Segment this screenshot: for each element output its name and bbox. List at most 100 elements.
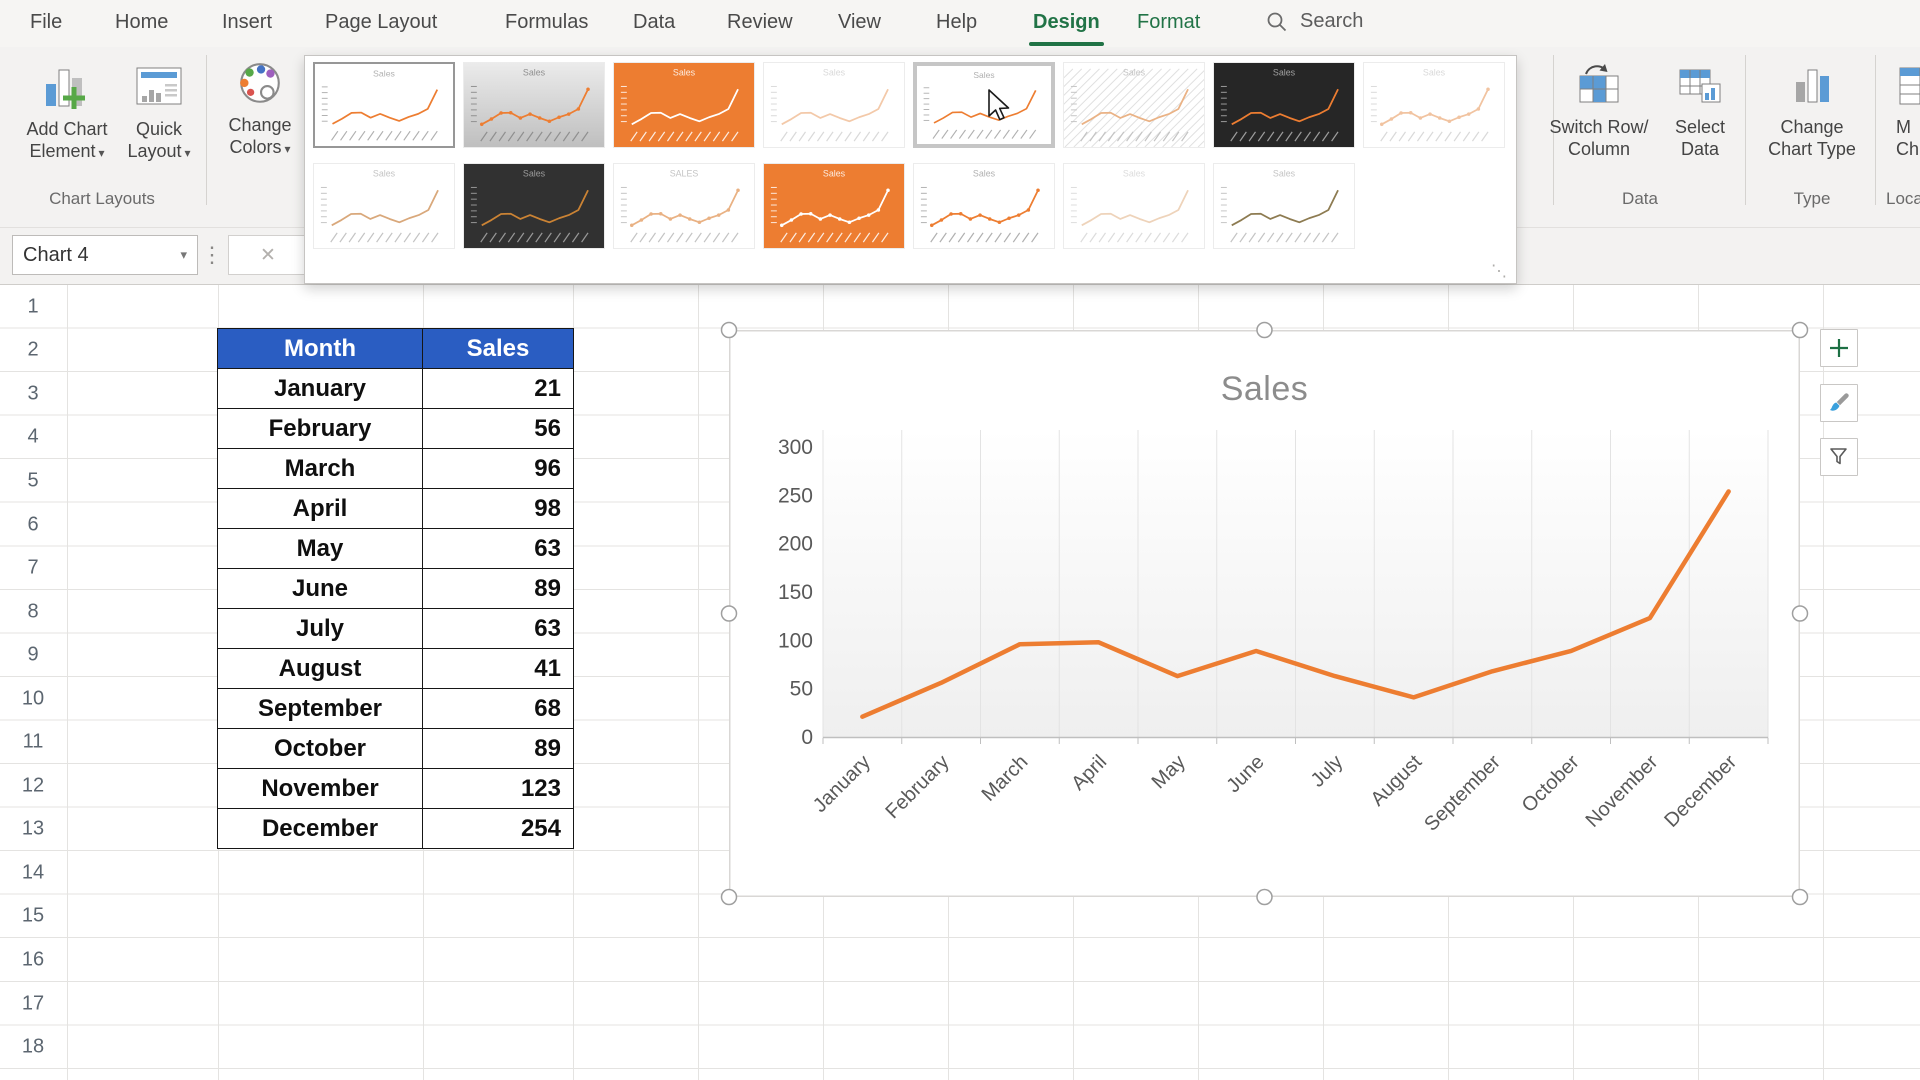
tab-review[interactable]: Review <box>727 11 793 34</box>
selection-handle[interactable] <box>1791 888 1809 906</box>
chart-style-thumbnail[interactable]: Sales <box>1363 62 1505 148</box>
tab-formulas[interactable]: Formulas <box>505 11 588 34</box>
cell-sales[interactable]: 63 <box>422 528 574 569</box>
row-header-9[interactable]: 9 <box>0 644 66 667</box>
tab-file[interactable]: File <box>30 11 62 34</box>
cell-sales[interactable]: 21 <box>422 368 574 409</box>
chart-style-thumbnail[interactable]: Sales <box>1063 163 1205 249</box>
chevron-down-icon[interactable]: ▾ <box>180 247 187 263</box>
chart-style-thumbnail[interactable]: Sales <box>313 62 455 148</box>
chart-styles-gallery: ⋱ Sales Sales Sales Sales Sales Sales Sales Sal… <box>304 55 1517 284</box>
cell-month[interactable]: January <box>217 368 423 409</box>
chart-style-thumbnail[interactable]: Sales <box>763 62 905 148</box>
name-box[interactable]: Chart 4 ▾ <box>12 235 198 275</box>
tab-format[interactable]: Format <box>1137 11 1200 34</box>
row-header-1[interactable]: 1 <box>0 295 66 318</box>
tab-design[interactable]: Design <box>1029 11 1104 46</box>
quick-layout-button[interactable]: Quick Layout ▾ <box>118 52 200 164</box>
embedded-chart[interactable]: 0 50 100 150 200 250 300 Sales January February Ma… <box>720 321 1809 906</box>
chart-style-thumbnail[interactable]: Sales <box>1213 62 1355 148</box>
row-header-12[interactable]: 12 <box>0 774 66 797</box>
chart-style-thumbnail[interactable]: Sales <box>313 163 455 249</box>
cell-month[interactable]: September <box>217 688 423 729</box>
cell-sales[interactable]: 254 <box>422 808 574 849</box>
move-chart-button[interactable]: M Ch <box>1884 52 1920 160</box>
cell-sales[interactable]: 98 <box>422 488 574 529</box>
worksheet-grid[interactable]: Month Sales January 21 February 56 March 96 Apri… <box>0 285 1920 1080</box>
tab-home[interactable]: Home <box>115 11 168 34</box>
cell-sales[interactable]: 41 <box>422 648 574 689</box>
selection-handle[interactable] <box>1791 321 1809 339</box>
row-header-7[interactable]: 7 <box>0 557 66 580</box>
row-header-2[interactable]: 2 <box>0 339 66 362</box>
switch-row-column-button[interactable]: Switch Row/ Column <box>1540 52 1658 160</box>
column-header-month[interactable]: Month <box>217 328 423 369</box>
cell-sales[interactable]: 63 <box>422 608 574 649</box>
cell-sales[interactable]: 89 <box>422 568 574 609</box>
row-header-4[interactable]: 4 <box>0 426 66 449</box>
row-header-15[interactable]: 15 <box>0 905 66 928</box>
chart-styles-button[interactable] <box>1820 384 1858 422</box>
selection-handle[interactable] <box>720 888 738 906</box>
chart-style-thumbnail[interactable]: Sales <box>1213 163 1355 249</box>
column-header-sales[interactable]: Sales <box>422 328 574 369</box>
cell-month[interactable]: November <box>217 768 423 809</box>
cell-month[interactable]: October <box>217 728 423 769</box>
cell-month[interactable]: July <box>217 608 423 649</box>
formula-bar-handle-icon[interactable]: ⋮ <box>201 242 223 268</box>
selection-handle[interactable] <box>720 321 738 339</box>
cell-month[interactable]: May <box>217 528 423 569</box>
chart-style-thumbnail[interactable]: Sales <box>763 163 905 249</box>
tab-data[interactable]: Data <box>633 11 675 34</box>
cell-sales[interactable]: 56 <box>422 408 574 449</box>
sales-line-chart[interactable]: 050100150200250300SalesJanuary February Ma… <box>720 321 1809 906</box>
row-header-3[interactable]: 3 <box>0 382 66 405</box>
row-header-17[interactable]: 17 <box>0 992 66 1015</box>
chart-style-thumbnail[interactable]: Sales <box>463 163 605 249</box>
change-chart-type-button[interactable]: Change Chart Type <box>1762 52 1862 160</box>
selection-handle[interactable] <box>1256 888 1273 906</box>
row-header-11[interactable]: 11 <box>0 731 66 754</box>
selection-handle[interactable] <box>1256 321 1273 339</box>
chart-title[interactable]: Sales <box>1221 370 1309 408</box>
cell-month[interactable]: August <box>217 648 423 689</box>
row-header-13[interactable]: 13 <box>0 818 66 841</box>
select-data-button[interactable]: Select Data <box>1662 52 1738 160</box>
table-header-row: Month Sales <box>217 328 574 369</box>
cell-month[interactable]: June <box>217 568 423 609</box>
row-header-10[interactable]: 10 <box>0 687 66 710</box>
cell-sales[interactable]: 68 <box>422 688 574 729</box>
tab-insert[interactable]: Insert <box>222 11 272 34</box>
cell-month[interactable]: March <box>217 448 423 489</box>
chart-style-thumbnail[interactable]: Sales <box>1063 62 1205 148</box>
cell-month[interactable]: February <box>217 408 423 449</box>
cancel-entry-button[interactable]: ✕ <box>228 235 308 275</box>
tab-help[interactable]: Help <box>936 11 977 34</box>
selection-handle[interactable] <box>720 605 738 622</box>
selection-handle[interactable] <box>1791 605 1809 622</box>
add-chart-element-button[interactable]: Add Chart Element ▾ <box>8 52 126 164</box>
chart-style-thumbnail[interactable]: SALES <box>613 163 755 249</box>
cell-month[interactable]: December <box>217 808 423 849</box>
chart-filters-button[interactable] <box>1820 438 1858 476</box>
row-header-18[interactable]: 18 <box>0 1036 66 1059</box>
ribbon-search[interactable]: Search <box>1266 10 1363 33</box>
chart-style-thumbnail[interactable]: Sales <box>913 62 1055 148</box>
cell-sales[interactable]: 96 <box>422 448 574 489</box>
row-header-6[interactable]: 6 <box>0 513 66 536</box>
gallery-resize-grip[interactable]: ⋱ <box>1491 261 1509 281</box>
chart-elements-button[interactable] <box>1820 329 1858 367</box>
row-header-14[interactable]: 14 <box>0 861 66 884</box>
row-header-16[interactable]: 16 <box>0 949 66 972</box>
cell-month[interactable]: April <box>217 488 423 529</box>
change-colors-button[interactable]: Change Colors ▾ <box>212 52 308 160</box>
row-header-5[interactable]: 5 <box>0 469 66 492</box>
tab-page-layout[interactable]: Page Layout <box>325 11 437 34</box>
chart-style-thumbnail[interactable]: Sales <box>913 163 1055 249</box>
cell-sales[interactable]: 123 <box>422 768 574 809</box>
tab-view[interactable]: View <box>838 11 881 34</box>
chart-style-thumbnail[interactable]: Sales <box>613 62 755 148</box>
chart-style-thumbnail[interactable]: Sales <box>463 62 605 148</box>
row-header-8[interactable]: 8 <box>0 600 66 623</box>
cell-sales[interactable]: 89 <box>422 728 574 769</box>
